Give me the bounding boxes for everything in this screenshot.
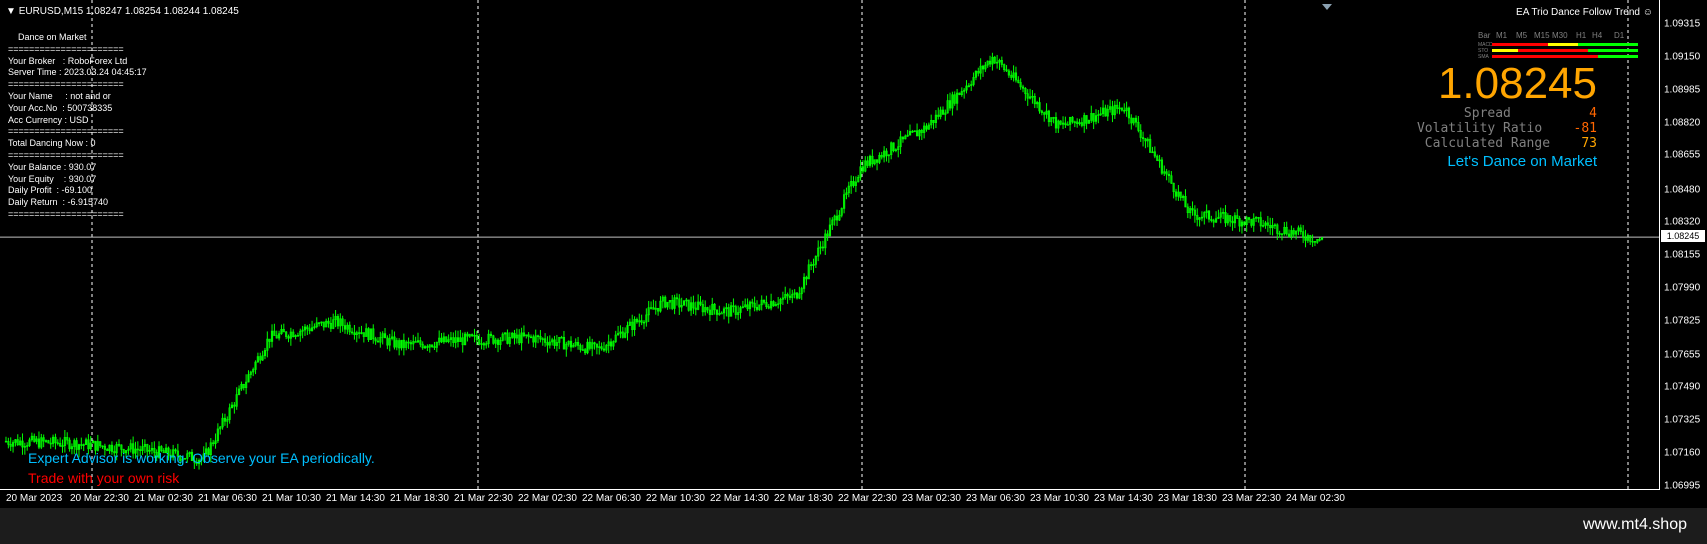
time-tick-label: 21 Mar 14:30	[326, 493, 385, 504]
signal-bar	[1588, 49, 1638, 52]
price-tick-label: 1.08820	[1664, 117, 1701, 129]
price-tick-label: 1.08655	[1664, 149, 1701, 161]
time-tick-label: 22 Mar 02:30	[518, 493, 577, 504]
info-line: ======================	[8, 79, 124, 90]
price-tick-label: 1.07325	[1664, 414, 1701, 426]
signal-bar	[1578, 43, 1638, 46]
time-tick-label: 23 Mar 06:30	[966, 493, 1025, 504]
price-tick-label: 1.09315	[1664, 18, 1701, 30]
info-line: ======================	[8, 208, 124, 219]
ea-working-message: Expert Advisor is working. Observe your …	[28, 450, 375, 466]
stat-label: Calculated Range	[1424, 136, 1551, 151]
info-line: Your Balance : 930.07	[8, 161, 97, 172]
time-tick-label: 22 Mar 06:30	[582, 493, 641, 504]
timeframe-label: D1	[1614, 31, 1625, 40]
chart-area[interactable]: ▼ EURUSD,M15 1.08247 1.08254 1.08244 1.0…	[0, 0, 1660, 490]
stat-value: 73	[1581, 136, 1597, 151]
price-axis[interactable]: 1.09315 1.09150 1.08985 1.08820 1.08655 1.084…	[1660, 0, 1707, 492]
info-line: ======================	[8, 43, 124, 54]
tagline: Let's Dance on Market	[1447, 153, 1597, 170]
price-tick-label: 1.09150	[1664, 51, 1701, 63]
symbol-header: ▼ EURUSD,M15 1.08247 1.08254 1.08244 1.0…	[6, 6, 239, 17]
timeframe-label: H1	[1576, 31, 1587, 40]
time-tick-label: 22 Mar 22:30	[838, 493, 897, 504]
time-tick-label: 21 Mar 18:30	[390, 493, 449, 504]
timeframe-label: Bar	[1478, 31, 1491, 40]
price-tick-label: 1.07655	[1664, 349, 1701, 361]
info-line: ======================	[8, 126, 124, 137]
info-line: Total Dancing Now : 0	[8, 138, 96, 149]
signal-bar	[1492, 43, 1548, 46]
price-tick-label: 1.08155	[1664, 249, 1701, 261]
ea-name: EA Trio Dance Follow Trend ☺	[1516, 7, 1653, 18]
time-tick-label: 23 Mar 10:30	[1030, 493, 1089, 504]
price-chart	[0, 0, 1659, 489]
signal-bar	[1492, 55, 1598, 58]
info-line: Acc Currency : USD	[8, 114, 89, 125]
candle-body	[1066, 124, 1069, 126]
shift-marker-icon[interactable]	[1322, 4, 1332, 10]
stat-range: Calculated Range 73	[1425, 136, 1597, 151]
footer-url: www.mt4.shop	[1582, 516, 1687, 533]
info-line: Your Acc.No : 500738335	[8, 102, 113, 113]
time-tick-label: 23 Mar 18:30	[1158, 493, 1217, 504]
time-tick-label: 21 Mar 06:30	[198, 493, 257, 504]
signal-bar	[1548, 43, 1578, 46]
chevron-down-icon[interactable]: ▼	[6, 6, 16, 17]
time-tick-label: 24 Mar 02:30	[1286, 493, 1345, 504]
price-tick-label: 1.08480	[1664, 184, 1701, 196]
price-tick-label: 1.07490	[1664, 381, 1701, 393]
price-tick-label: 1.08985	[1664, 84, 1701, 96]
stat-spread: Spread 4	[1464, 106, 1597, 121]
time-tick-label: 23 Mar 22:30	[1222, 493, 1281, 504]
info-line: Server Time : 2023.03.24 04:45:17	[8, 67, 147, 78]
time-tick-label: 21 Mar 22:30	[454, 493, 513, 504]
time-axis[interactable]: 20 Mar 2023 20 Mar 22:30 21 Mar 02:30 21 Ma…	[0, 490, 1707, 508]
time-tick-label: 23 Mar 02:30	[902, 493, 961, 504]
info-line: Daily Profit : -69.100	[8, 185, 93, 196]
ea-name-label: EA Trio Dance Follow Trend	[1516, 7, 1640, 18]
time-tick-label: 20 Mar 22:30	[70, 493, 129, 504]
info-line: ======================	[8, 149, 124, 160]
info-line: Dance on Market	[18, 32, 87, 42]
price-tick-label: 1.07160	[1664, 447, 1701, 459]
symbol-info: EURUSD,M15 1.08247 1.08254 1.08244 1.082…	[18, 6, 239, 17]
stat-value: -81	[1573, 121, 1597, 136]
price-tick-label: 1.07990	[1664, 282, 1701, 294]
stat-label: Volatility Ratio	[1416, 121, 1543, 136]
stat-label: Spread	[1463, 106, 1511, 121]
current-price-tag: 1.08245	[1661, 230, 1705, 242]
price-tick-label: 1.08320	[1664, 216, 1701, 228]
current-price-display: 1.08245	[1437, 59, 1597, 108]
stat-volatility: Volatility Ratio -81	[1417, 121, 1597, 136]
price-tick-label: 1.07825	[1664, 315, 1701, 327]
candle-body	[720, 312, 723, 315]
signal-bar	[1492, 49, 1518, 52]
signal-bar	[1598, 55, 1638, 58]
risk-warning: Trade with your own risk	[28, 470, 180, 486]
time-tick-label: 21 Mar 02:30	[134, 493, 193, 504]
time-tick-label: 22 Mar 18:30	[774, 493, 833, 504]
timeframe-label: M1	[1496, 31, 1508, 40]
timeframe-label: M5	[1516, 31, 1528, 40]
info-line: Your Name : not and or	[8, 90, 111, 101]
timeframe-label: M15	[1534, 31, 1550, 40]
timeframe-label: H4	[1592, 31, 1603, 40]
smiley-icon: ☺	[1642, 7, 1653, 18]
stat-value: 4	[1589, 106, 1597, 121]
time-tick-label: 22 Mar 14:30	[710, 493, 769, 504]
time-tick-label: 20 Mar 2023	[6, 493, 63, 504]
info-line: Daily Return : -6.915740	[8, 197, 109, 208]
info-line: Your Equity : 930.07	[8, 173, 97, 184]
signal-bar	[1518, 49, 1588, 52]
info-line: Your Broker : RoboForex Ltd	[8, 55, 128, 66]
time-tick-label: 23 Mar 14:30	[1094, 493, 1153, 504]
footer: www.mt4.shop	[0, 508, 1707, 544]
time-tick-label: 21 Mar 10:30	[262, 493, 321, 504]
info-panel: Dance on Market ====================== You…	[8, 32, 147, 221]
timeframe-label: M30	[1552, 31, 1568, 40]
time-tick-label: 22 Mar 10:30	[646, 493, 705, 504]
